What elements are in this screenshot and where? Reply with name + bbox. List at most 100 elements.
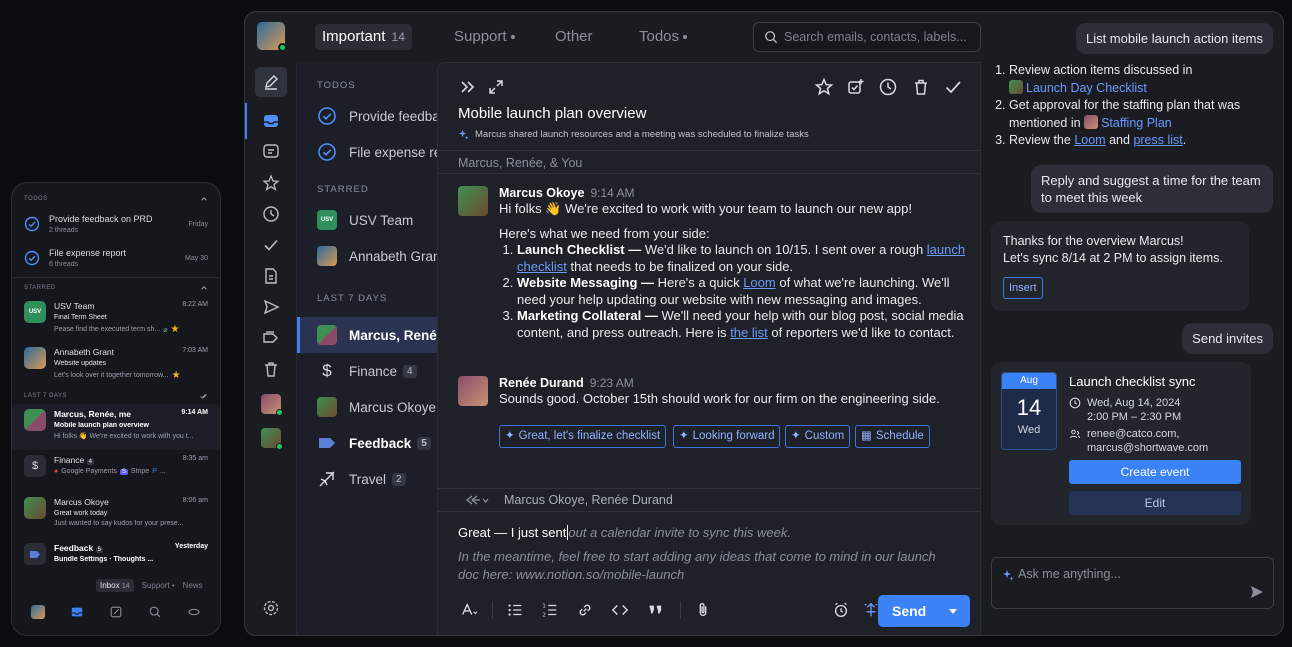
- list-thread-item[interactable]: Feedback 5: [297, 426, 437, 460]
- attachment-icon[interactable]: [694, 601, 712, 619]
- tab-important[interactable]: Important 14: [315, 24, 412, 50]
- clock-icon[interactable]: [261, 204, 281, 224]
- swipe-icon[interactable]: [187, 605, 201, 619]
- action-list: Launch Checklist — We'd like to launch o…: [517, 242, 968, 341]
- code-icon[interactable]: [611, 601, 629, 619]
- reporters-list-link[interactable]: the list: [730, 325, 768, 340]
- suggestion-schedule[interactable]: ▦ Schedule: [855, 425, 930, 448]
- send-button[interactable]: Send: [878, 595, 970, 627]
- mail-sender: Marcus Okoye: [54, 497, 109, 507]
- text-format-icon[interactable]: [460, 601, 478, 619]
- list-starred-item[interactable]: USV USV Team: [297, 203, 437, 237]
- mail-time: 8:06 am: [182, 497, 208, 504]
- suggestion-looking-forward[interactable]: ✦ Looking forward: [673, 425, 781, 448]
- star-icon[interactable]: [261, 173, 281, 193]
- list-thread-item[interactable]: Marcus, Renée, me: [297, 317, 437, 353]
- chevron-up-icon: [201, 197, 207, 201]
- settings-gear-icon[interactable]: [261, 598, 281, 618]
- compose-icon[interactable]: [109, 605, 123, 619]
- list-thread-item[interactable]: Travel 2: [297, 462, 437, 496]
- trash-icon[interactable]: [261, 359, 281, 379]
- mail-sender: USV Team: [54, 301, 95, 311]
- tab-other[interactable]: Other: [548, 24, 600, 50]
- double-check-icon[interactable]: [200, 392, 208, 400]
- list-todo-item[interactable]: File expense report: [297, 135, 437, 169]
- phone-mail-item[interactable]: USV USV Team 8:22 AM Final Term Sheet Pea…: [12, 296, 220, 342]
- send-icon[interactable]: [261, 297, 281, 317]
- list-item: Review the Loom and press list.: [1009, 132, 1263, 150]
- suggestion-finalize[interactable]: ✦ Great, let's finalize checklist: [499, 425, 667, 448]
- labels-icon[interactable]: [261, 328, 281, 348]
- reply-header[interactable]: Marcus Okoye, Renée Durand: [438, 488, 980, 512]
- send-icon[interactable]: [1249, 584, 1265, 600]
- link-icon[interactable]: [576, 601, 594, 619]
- inbox-icon[interactable]: [261, 111, 281, 131]
- inbox-icon[interactable]: [70, 605, 84, 619]
- edit-event-button[interactable]: Edit: [1069, 491, 1241, 515]
- schedule-send-icon[interactable]: [832, 601, 850, 619]
- list-thread-item[interactable]: Marcus Okoye: [297, 390, 437, 424]
- suggestion-custom[interactable]: ✦ Custom: [785, 425, 851, 448]
- star-icon[interactable]: ★: [172, 370, 181, 381]
- sender-name: Renée Durand: [499, 376, 584, 390]
- list-starred-item[interactable]: Annabeth Grant: [297, 239, 437, 273]
- mail-list: TODOS Provide feedback on PRD File expen…: [297, 62, 437, 635]
- launch-day-checklist-link[interactable]: Launch Day Checklist: [1026, 81, 1147, 95]
- star-icon[interactable]: [814, 77, 834, 97]
- search-icon[interactable]: [148, 605, 162, 619]
- doc-avatar: [1009, 79, 1023, 94]
- chat-icon[interactable]: [261, 142, 281, 162]
- press-list-link[interactable]: press list: [1133, 133, 1182, 147]
- bullet-list-icon[interactable]: [506, 601, 524, 619]
- collapse-panel-icon[interactable]: [458, 77, 478, 97]
- check-icon[interactable]: [261, 235, 281, 255]
- expand-icon[interactable]: [486, 77, 506, 97]
- phone-todos-header[interactable]: TODOS: [12, 191, 220, 207]
- loom-link[interactable]: Loom: [1074, 133, 1105, 147]
- chevron-down-icon[interactable]: [948, 608, 958, 615]
- ask-ai-input[interactable]: Ask me anything...: [991, 557, 1274, 609]
- phone-mail-item[interactable]: Marcus, Renée, me 9:14 AM Mobile launch p…: [12, 404, 220, 450]
- profile-avatar[interactable]: [30, 605, 45, 619]
- contact-avatar[interactable]: [261, 428, 283, 450]
- phone-todo-item[interactable]: File expense report 6 threads May 30: [12, 241, 220, 275]
- loom-link[interactable]: Loom: [743, 275, 776, 290]
- phone-todo-item[interactable]: Provide feedback on PRD 2 threads Friday: [12, 207, 220, 241]
- phone-mail-item[interactable]: Annabeth Grant 7:03 AM Website updates Le…: [12, 342, 220, 388]
- star-icon[interactable]: ★: [170, 324, 179, 335]
- user-avatar[interactable]: [257, 22, 287, 52]
- numbered-list-icon[interactable]: 12: [541, 601, 559, 619]
- list-todo-item[interactable]: Provide feedback on PRD: [297, 99, 437, 133]
- snooze-clock-icon[interactable]: [878, 77, 898, 97]
- phone-mail-item[interactable]: Marcus Okoye 8:06 am Great work today Jus…: [12, 492, 220, 538]
- list-thread-item[interactable]: $ Finance 4: [297, 354, 437, 388]
- trash-icon[interactable]: [911, 77, 931, 97]
- divider: [680, 601, 681, 619]
- compose-body[interactable]: Great — I just sent out a calendar invite…: [458, 524, 958, 584]
- search-input[interactable]: Search emails, contacts, labels...: [753, 22, 981, 52]
- create-event-button[interactable]: Create event: [1069, 460, 1241, 484]
- contact-avatar[interactable]: [261, 394, 283, 416]
- done-check-icon[interactable]: [943, 77, 963, 97]
- suggestion-label: Schedule: [875, 430, 924, 442]
- sender-avatar: [458, 376, 488, 406]
- phone-starred-header[interactable]: STARRED: [12, 280, 220, 296]
- message-body: Hi folks 👋 We're excited to work with yo…: [499, 201, 968, 341]
- check-circle-icon: [24, 216, 40, 232]
- item-label: Finance: [349, 363, 398, 379]
- quote-icon[interactable]: [646, 601, 664, 619]
- svg-text:1: 1: [542, 603, 545, 609]
- tab-todos[interactable]: Todos: [632, 24, 694, 50]
- insert-button[interactable]: Insert: [1003, 277, 1043, 299]
- compose-icon: [265, 75, 278, 90]
- user-prompt-bubble: Send invites: [1182, 323, 1273, 354]
- add-todo-icon[interactable]: [846, 77, 866, 97]
- staffing-plan-link[interactable]: Staffing Plan: [1101, 116, 1172, 130]
- reply-all-icon[interactable]: [464, 493, 490, 507]
- rail-selection-indicator: [245, 103, 247, 139]
- tab-support[interactable]: Support: [447, 24, 522, 50]
- user-prompt-bubble: List mobile launch action items: [1075, 23, 1273, 54]
- phone-mail-item[interactable]: $ Finance 4 8:35 am ● Google Payments S Stri…: [12, 450, 220, 492]
- draft-text: Thanks for the overview Marcus!: [1003, 234, 1184, 248]
- document-icon[interactable]: [261, 266, 281, 286]
